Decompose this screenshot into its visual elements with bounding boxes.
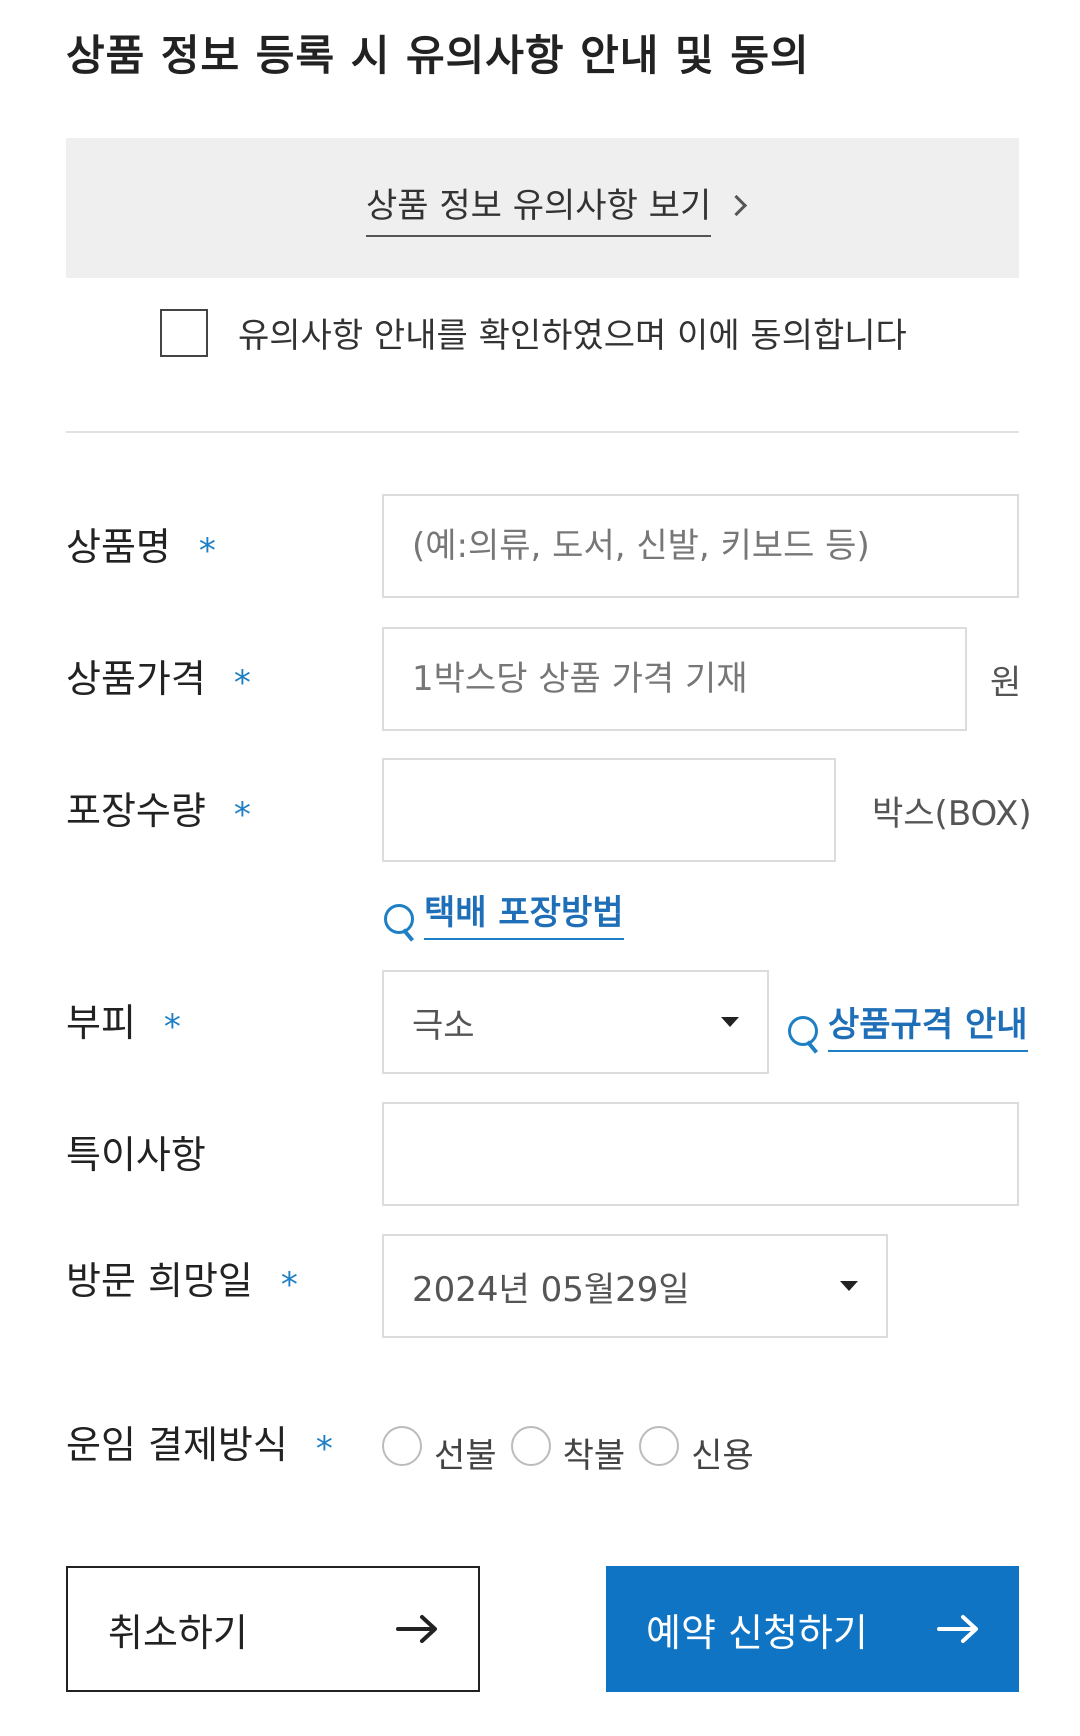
notes-input[interactable] [384,1104,1017,1204]
product-name-field[interactable] [382,494,1019,598]
package-qty-unit: 박스(BOX) [872,794,1032,834]
chevron-right-icon [726,194,748,217]
volume-select[interactable]: 극소 [382,970,769,1074]
magnifier-icon [786,1010,824,1054]
package-qty-input[interactable] [384,760,834,860]
volume-label-text: 부피 [66,1001,136,1045]
visit-date-label-text: 방문 희망일 [66,1259,253,1303]
required-mark: * [233,662,251,703]
size-guide-label: 상품규격 안내 [828,997,1028,1052]
product-price-label-text: 상품가격 [66,657,206,701]
required-mark: * [315,1428,333,1469]
visit-date-label: 방문 희망일 * [66,1250,298,1305]
notes-field[interactable] [382,1102,1019,1206]
payment-option-label: 착불 [562,1436,626,1476]
product-name-input[interactable] [384,496,1017,596]
notice-box: 상품 정보 유의사항 보기 [66,138,1019,278]
submit-button-label: 예약 신청하기 [646,1610,868,1655]
notice-view-link-label: 상품 정보 유의사항 보기 [366,178,712,237]
cancel-button[interactable]: 취소하기 [66,1566,480,1692]
page-title: 상품 정보 등록 시 유의사항 안내 및 동의 [66,31,810,80]
agreement-checkbox[interactable] [160,308,208,357]
caret-down-icon [840,1281,858,1291]
required-mark: * [233,794,251,835]
cancel-button-label: 취소하기 [108,1610,248,1655]
product-price-field[interactable] [382,627,967,731]
visit-date-select[interactable]: 2024년 05월29일 [382,1234,888,1338]
volume-selected-value: 극소 [412,1005,475,1046]
section-divider [66,431,1019,433]
price-unit: 원 [990,663,1022,703]
caret-down-icon [721,1017,739,1027]
agreement-row[interactable]: 유의사항 안내를 확인하였으며 이에 동의합니다 [160,308,907,357]
volume-label: 부피 * [66,992,181,1047]
required-mark: * [280,1264,298,1305]
payment-label: 운임 결제방식 * [66,1414,333,1469]
required-mark: * [198,530,216,571]
product-price-input[interactable] [384,629,965,729]
notes-label: 특이사항 [66,1124,206,1179]
submit-reservation-button[interactable]: 예약 신청하기 [606,1566,1019,1692]
payment-label-text: 운임 결제방식 [66,1423,288,1467]
payment-option-label: 선불 [434,1436,497,1476]
package-qty-label: 포장수량 * [66,780,251,835]
magnifier-icon [382,898,420,942]
payment-option-prepaid[interactable]: 선불 [382,1414,497,1477]
product-name-label-text: 상품명 [66,525,171,569]
arrow-right-icon [937,1615,978,1643]
payment-option-label: 신용 [691,1436,754,1476]
payment-radio-prepaid[interactable] [382,1425,422,1466]
notice-view-link[interactable]: 상품 정보 유의사항 보기 [366,178,748,237]
payment-option-cod[interactable]: 착불 [510,1414,626,1477]
package-qty-field[interactable] [382,758,836,862]
payment-option-credit[interactable]: 신용 [639,1414,754,1477]
agreement-label: 유의사항 안내를 확인하였으며 이에 동의합니다 [238,316,907,356]
product-price-label: 상품가격 * [66,648,251,703]
payment-radio-cod[interactable] [510,1425,551,1466]
packing-guide-label: 택배 포장방법 [424,885,624,940]
notes-label-text: 특이사항 [66,1133,206,1177]
required-mark: * [163,1006,181,1047]
reservation-form-page: 상품 정보 등록 시 유의사항 안내 및 동의 상품 정보 유의사항 보기 유의… [0,0,1080,1736]
packing-guide-link[interactable]: 택배 포장방법 [382,885,624,942]
package-qty-label-text: 포장수량 [66,789,206,833]
payment-radio-credit[interactable] [639,1425,680,1466]
visit-date-selected-value: 2024년 05월29일 [412,1269,690,1310]
payment-radio-group: 선불 착불 신용 [382,1414,768,1477]
size-guide-link[interactable]: 상품규격 안내 [786,997,1028,1054]
product-name-label: 상품명 * [66,516,216,571]
arrow-right-icon [396,1615,437,1643]
